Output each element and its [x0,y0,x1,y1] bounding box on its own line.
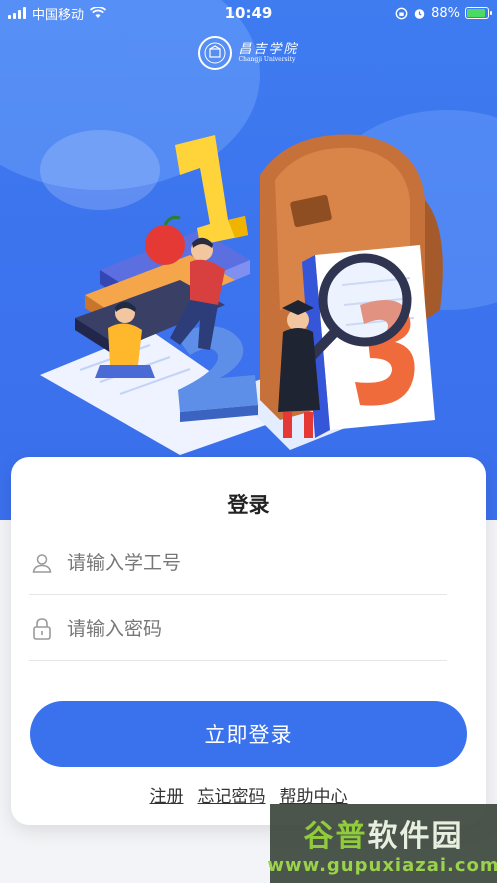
alarm-icon [414,8,425,19]
signal-icon [8,7,26,19]
login-card: 登录 立即登录 注册 忘记密码 [11,457,486,825]
login-screen: 中国移动 10:49 88% 昌吉学院 Changji University 登… [0,0,497,883]
carrier-name: 中国移动 [32,7,85,23]
lock-icon [29,616,55,642]
university-name-en: Changji University [238,55,296,63]
battery-icon [465,7,492,19]
university-logo: 昌吉学院 Changji University [0,36,497,70]
battery-percent: 88% [431,5,460,21]
forgot-password-link[interactable]: 忘记密码 [198,782,266,807]
login-title: 登录 [227,493,270,517]
register-link[interactable]: 注册 [150,782,184,807]
watermark-title: 谷普软件园 [304,811,464,855]
site-watermark: 谷普软件园 www.gupuxiazai.com [267,804,497,883]
battery-level [467,9,485,17]
wifi-icon [90,7,107,18]
login-button[interactable]: 立即登录 [30,701,467,767]
username-field [29,531,447,595]
status-time: 10:49 [224,4,273,22]
password-field [29,597,447,661]
university-seal-icon [198,36,233,70]
hero-illustration [40,134,443,455]
status-bar: 中国移动 10:49 88% [0,0,497,26]
rotation-lock-icon [395,7,408,19]
watermark-title-part2: 软件园 [367,819,464,854]
hero-banner: 中国移动 10:49 88% 昌吉学院 Changji University [0,0,497,520]
watermark-url: www.gupuxiazai.com [267,855,497,876]
user-icon [29,550,55,576]
watermark-title-part1: 谷普 [303,819,368,854]
password-input[interactable] [65,616,447,641]
username-input[interactable] [65,550,447,575]
university-name-cn: 昌吉学院 [238,41,299,57]
